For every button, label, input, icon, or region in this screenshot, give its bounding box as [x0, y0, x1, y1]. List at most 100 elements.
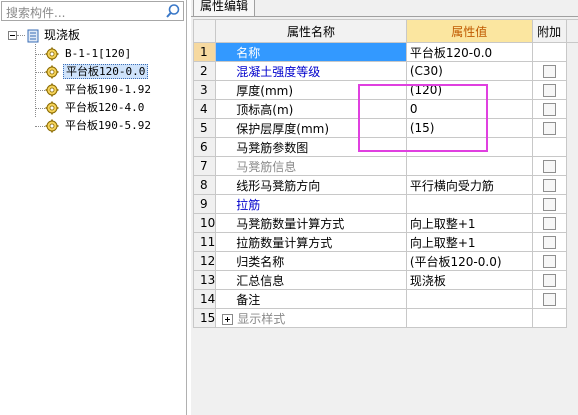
add-checkbox[interactable]: [542, 274, 556, 287]
tab-bar: 属性编辑: [191, 0, 578, 17]
header-filler: [565, 19, 578, 43]
row-filler: [566, 251, 578, 271]
property-value-cell[interactable]: [405, 194, 533, 214]
tree-node-item[interactable]: 平台板190-1.92: [45, 81, 153, 99]
row-number: 11: [192, 232, 217, 252]
property-name-cell[interactable]: 显示样式: [215, 308, 407, 328]
add-checkbox[interactable]: [542, 198, 556, 211]
property-name: 线形马凳筋方向: [236, 178, 321, 193]
property-row[interactable]: 7 马凳筋信息: [192, 156, 578, 176]
gear-icon: [45, 47, 59, 61]
row-number: 4: [192, 99, 217, 119]
slab-folder-icon: [27, 29, 39, 43]
property-name-cell[interactable]: 马凳筋数量计算方式: [215, 213, 407, 233]
row-number: 15: [192, 308, 217, 328]
add-cell: [531, 251, 567, 271]
property-name-cell[interactable]: 拉筋数量计算方式: [215, 232, 407, 252]
property-row[interactable]: 9 拉筋: [192, 194, 578, 214]
annotation-highlight-box: [358, 84, 488, 152]
row-number: 5: [192, 118, 217, 138]
property-name-cell[interactable]: 线形马凳筋方向: [215, 175, 407, 195]
property-value-cell[interactable]: 向上取整+1: [405, 232, 533, 252]
tree-node-label: 平台板190-5.92: [65, 119, 151, 132]
property-name: 顶标高(m): [236, 102, 294, 117]
property-name-cell[interactable]: 名称: [215, 42, 407, 62]
property-value-cell[interactable]: 平台板120-0.0: [405, 42, 533, 62]
property-name: 厚度(mm): [236, 83, 294, 98]
row-number: 8: [192, 175, 217, 195]
add-checkbox[interactable]: [542, 236, 556, 249]
search-box[interactable]: 搜索构件...: [1, 1, 184, 21]
add-checkbox[interactable]: [542, 217, 556, 230]
add-cell: [531, 156, 567, 176]
add-checkbox[interactable]: [542, 179, 556, 192]
search-icon[interactable]: [165, 3, 181, 19]
property-value-cell[interactable]: 现浇板: [405, 270, 533, 290]
property-row[interactable]: 2 混凝土强度等级 (C30): [192, 61, 578, 81]
property-name-cell[interactable]: 备注: [215, 289, 407, 309]
add-checkbox[interactable]: [542, 103, 556, 116]
property-row[interactable]: 13 汇总信息 现浇板: [192, 270, 578, 290]
property-value-cell[interactable]: (平台板120-0.0): [405, 251, 533, 271]
property-name-cell[interactable]: 汇总信息: [215, 270, 407, 290]
collapse-toggle[interactable]: [8, 31, 17, 40]
gear-icon: [45, 119, 59, 133]
property-panel: 属性编辑 属性名称 属性值 附加 1 名称 平台板120-0.0 2 混凝土强度等级 (C…: [191, 0, 578, 415]
add-cell: [531, 270, 567, 290]
header-name[interactable]: 属性名称: [215, 19, 407, 43]
add-cell: [531, 308, 567, 328]
tree-line: [35, 126, 45, 127]
property-row[interactable]: 14 备注: [192, 289, 578, 309]
add-checkbox[interactable]: [542, 65, 556, 78]
tree-node-item[interactable]: B-1-1[120]: [45, 45, 133, 63]
property-value-cell[interactable]: (C30): [405, 61, 533, 81]
property-name: 混凝土强度等级: [236, 64, 321, 79]
header-add[interactable]: 附加: [531, 19, 567, 43]
tab-property-edit[interactable]: 属性编辑: [193, 0, 256, 16]
row-filler: [566, 156, 578, 176]
tree-node-root[interactable]: 现浇板: [26, 26, 80, 44]
property-value-cell[interactable]: 向上取整+1: [405, 213, 533, 233]
tree-node-item[interactable]: 平台板120-4.0: [45, 99, 146, 117]
add-checkbox[interactable]: [542, 160, 556, 173]
property-name-cell[interactable]: 归类名称: [215, 251, 407, 271]
tree-node-item[interactable]: 平台板190-5.92: [45, 117, 153, 135]
add-checkbox[interactable]: [542, 122, 556, 135]
row-filler: [566, 308, 578, 328]
expand-icon[interactable]: [222, 313, 234, 325]
property-row[interactable]: 1 名称 平台板120-0.0: [192, 42, 578, 62]
property-name: 保护层厚度(mm): [236, 121, 330, 136]
tree-node-label: B-1-1[120]: [65, 47, 132, 60]
search-input[interactable]: 搜索构件...: [6, 4, 65, 21]
tree-node-item[interactable]: 平台板120-0.0: [45, 63, 149, 81]
property-grid: 属性名称 属性值 附加 1 名称 平台板120-0.0 2 混凝土强度等级 (C30) 3 厚…: [192, 19, 578, 328]
row-filler: [566, 61, 578, 81]
row-number: 9: [192, 194, 217, 214]
property-row[interactable]: 12 归类名称 (平台板120-0.0): [192, 251, 578, 271]
row-filler: [566, 118, 578, 138]
row-filler: [566, 42, 578, 62]
property-value-cell[interactable]: [405, 289, 533, 309]
add-checkbox[interactable]: [542, 255, 556, 268]
property-name-cell[interactable]: 马凳筋信息: [215, 156, 407, 176]
property-row[interactable]: 10 马凳筋数量计算方式 向上取整+1: [192, 213, 578, 233]
add-cell: [531, 61, 567, 81]
row-number: 7: [192, 156, 217, 176]
add-checkbox[interactable]: [542, 293, 556, 306]
tree-node-label: 平台板120-4.0: [65, 101, 145, 114]
property-value-cell[interactable]: 平行横向受力筋: [405, 175, 533, 195]
property-name-cell[interactable]: 混凝土强度等级: [215, 61, 407, 81]
row-filler: [566, 175, 578, 195]
row-filler: [566, 194, 578, 214]
property-value-cell[interactable]: [405, 156, 533, 176]
property-name-cell[interactable]: 拉筋: [215, 194, 407, 214]
header-value[interactable]: 属性值: [405, 19, 533, 43]
tree-root-label: 现浇板: [44, 28, 81, 42]
tree-node-label: 平台板190-1.92: [65, 83, 151, 96]
property-row[interactable]: 15 显示样式: [192, 308, 578, 328]
property-value-cell[interactable]: [405, 308, 533, 328]
property-row[interactable]: 8 线形马凳筋方向 平行横向受力筋: [192, 175, 578, 195]
add-cell: [531, 289, 567, 309]
add-checkbox[interactable]: [542, 84, 556, 97]
property-row[interactable]: 11 拉筋数量计算方式 向上取整+1: [192, 232, 578, 252]
